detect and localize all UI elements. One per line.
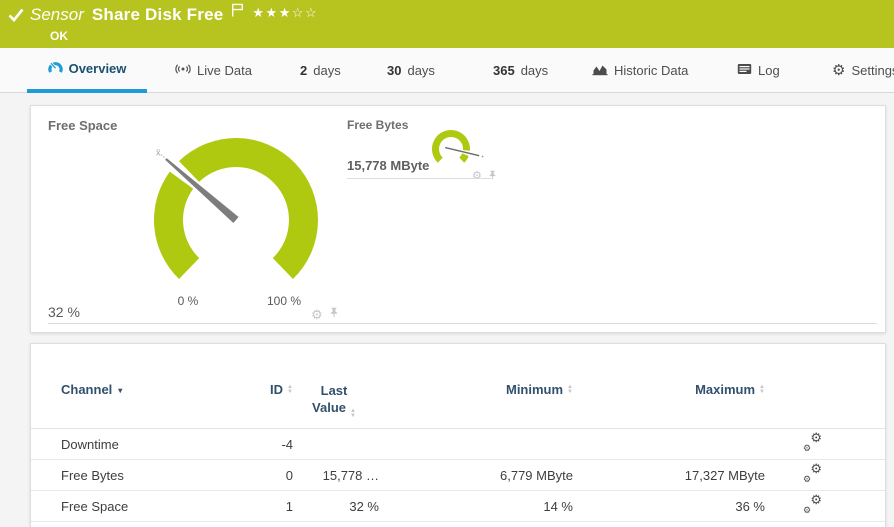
- table-row: Free Space 1 32 % 14 % 36 % ⚙⚙: [31, 491, 885, 522]
- pin-icon[interactable]: [488, 167, 497, 185]
- column-header-last-value[interactable]: Last Value▲▼: [293, 382, 379, 419]
- gear-icon: ⚙: [832, 63, 845, 78]
- sensor-status: OK: [50, 29, 68, 43]
- column-header-channel[interactable]: Channel ▾: [31, 382, 231, 397]
- average-marker: x̄: [156, 147, 161, 157]
- gauge-block-divider: [48, 323, 877, 324]
- channel-minimum: 14 %: [379, 499, 573, 514]
- table-row: Free Bytes 0 15,778 … 6,779 MByte 17,327…: [31, 460, 885, 491]
- gauge-min-label: 0 %: [178, 294, 199, 308]
- tab-historic-data[interactable]: Historic Data: [592, 48, 688, 93]
- free-bytes-gauge-actions: ⚙: [472, 167, 497, 185]
- star-rating[interactable]: ★★★☆☆: [252, 5, 318, 21]
- tab-label-number: 365: [493, 63, 515, 78]
- gauge-icon: [48, 60, 63, 77]
- tab-label: Live Data: [197, 63, 252, 78]
- column-header-maximum[interactable]: Maximum ▲▼: [573, 382, 765, 397]
- channel-settings-gears-icon[interactable]: ⚙⚙: [803, 496, 822, 513]
- gear-icon[interactable]: ⚙: [472, 171, 482, 182]
- free-bytes-gauge-title: Free Bytes: [347, 118, 408, 132]
- sort-dropdown-icon: ▾: [118, 386, 122, 395]
- channel-last-value: 32 %: [293, 499, 379, 514]
- sensor-title-line: Sensor Share Disk Free ★★★☆☆: [30, 5, 318, 25]
- channel-name: Free Bytes: [31, 468, 231, 483]
- channel-maximum: 36 %: [573, 499, 765, 514]
- channel-name: Downtime: [31, 437, 231, 452]
- channel-minimum: 6,779 MByte: [379, 468, 573, 483]
- tab-label: Historic Data: [614, 63, 688, 78]
- mini-gauge-divider: [347, 178, 491, 179]
- channel-settings-gears-icon[interactable]: ⚙⚙: [803, 465, 822, 482]
- tab-live-data[interactable]: Live Data: [175, 48, 252, 93]
- channel-name: Free Space: [31, 499, 231, 514]
- sensor-title: Share Disk Free: [92, 5, 224, 25]
- table-row: Downtime -4 ⚙⚙: [31, 429, 885, 460]
- channel-settings-gears-icon[interactable]: ⚙⚙: [803, 434, 822, 451]
- tab-overview[interactable]: Overview: [27, 48, 147, 93]
- channel-id: -4: [231, 437, 293, 452]
- tab-365-days[interactable]: 365 days: [493, 48, 548, 93]
- prtg-sensor-page: Sensor Share Disk Free ★★★☆☆ OK Overview: [0, 0, 894, 527]
- tab-label: days: [407, 63, 434, 78]
- channel-id: 0: [231, 468, 293, 483]
- free-space-gauge[interactable]: x̄: [151, 135, 323, 285]
- tab-label: Settings: [851, 63, 894, 78]
- sensor-status-bar: Sensor Share Disk Free ★★★☆☆ OK: [0, 0, 894, 48]
- free-space-gauge-actions: ⚙: [311, 305, 339, 323]
- sort-icon: ▲▼: [350, 409, 356, 419]
- pin-icon[interactable]: [329, 305, 339, 323]
- tab-label: Overview: [69, 61, 127, 76]
- free-bytes-value: 15,778 MByte: [347, 158, 429, 173]
- channel-last-value: 15,778 …: [293, 468, 379, 483]
- tab-label: days: [313, 63, 340, 78]
- free-space-value: 32 %: [48, 304, 80, 320]
- column-header-minimum[interactable]: Minimum ▲▼: [379, 382, 573, 397]
- tab-settings[interactable]: ⚙ Settings: [832, 48, 894, 93]
- tab-bar: Overview Live Data 2 days 30 days: [0, 48, 894, 93]
- flag-icon[interactable]: [231, 3, 244, 22]
- tab-30-days[interactable]: 30 days: [387, 48, 435, 93]
- column-header-id[interactable]: ID ▲▼: [231, 382, 293, 397]
- tab-log[interactable]: Log: [737, 48, 780, 93]
- channel-maximum: 17,327 MByte: [573, 468, 765, 483]
- free-space-gauge-title: Free Space: [48, 118, 117, 133]
- sensor-type-label: Sensor: [30, 5, 84, 25]
- live-data-icon: [175, 62, 191, 79]
- gear-icon[interactable]: ⚙: [311, 308, 323, 321]
- channel-id: 1: [231, 499, 293, 514]
- historic-data-icon: [592, 63, 608, 79]
- gauges-panel: Free Space x̄ 0 % 100 % 32 % ⚙ Free Byte…: [30, 105, 886, 333]
- tab-2-days[interactable]: 2 days: [300, 48, 341, 93]
- log-icon: [737, 63, 752, 78]
- tab-label: days: [521, 63, 548, 78]
- table-header-row: Channel ▾ ID ▲▼ Last Value▲▼ Minimum ▲▼ …: [31, 382, 885, 429]
- ok-checkmark-icon: [8, 8, 24, 27]
- channels-table-panel: Channel ▾ ID ▲▼ Last Value▲▼ Minimum ▲▼ …: [30, 343, 886, 527]
- gauge-max-label: 100 %: [267, 294, 301, 308]
- tab-label-number: 2: [300, 63, 307, 78]
- tab-label: Log: [758, 63, 780, 78]
- tab-label-number: 30: [387, 63, 401, 78]
- sort-icon: ▲▼: [759, 385, 765, 395]
